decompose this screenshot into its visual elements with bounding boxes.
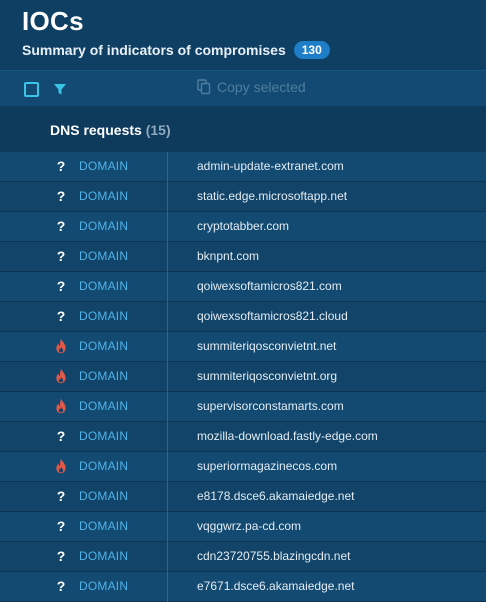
question-icon: ? <box>56 488 66 504</box>
filter-icon[interactable] <box>53 82 67 96</box>
section-title-text: DNS requests <box>50 122 142 138</box>
copy-selected-label: Copy selected <box>217 79 306 95</box>
ioc-value[interactable]: summiteriqosconvietnt.net <box>197 339 336 353</box>
column-divider <box>167 302 168 332</box>
table-row[interactable]: ? DOMAIN qoiwexsoftamicros821.cloud <box>0 302 486 332</box>
ioc-value[interactable]: qoiwexsoftamicros821.com <box>197 279 342 293</box>
question-icon: ? <box>56 518 66 534</box>
section-header-dns[interactable]: DNS requests (15) <box>0 106 486 152</box>
page-title: IOCs <box>22 6 84 36</box>
ioc-type: DOMAIN <box>79 309 129 323</box>
ioc-type: DOMAIN <box>79 429 129 443</box>
ioc-value[interactable]: e8178.dsce6.akamaiedge.net <box>197 489 354 503</box>
ioc-type: DOMAIN <box>79 159 129 173</box>
question-icon: ? <box>56 188 66 204</box>
ioc-value[interactable]: superiormagazinecos.com <box>197 459 337 473</box>
column-divider <box>167 452 168 482</box>
copy-icon <box>197 79 211 95</box>
question-icon: ? <box>56 278 66 294</box>
question-icon: ? <box>56 158 66 174</box>
table-row[interactable]: ? DOMAIN cdn23720755.blazingcdn.net <box>0 542 486 572</box>
subtitle-row: Summary of indicators of compromises 130 <box>22 41 330 59</box>
ioc-type: DOMAIN <box>79 549 129 563</box>
fire-icon <box>55 398 67 414</box>
question-icon: ? <box>56 428 66 444</box>
table-row[interactable]: DOMAIN supervisorconstamarts.com <box>0 392 486 422</box>
ioc-value[interactable]: cryptotabber.com <box>197 219 289 233</box>
column-divider <box>167 242 168 272</box>
table-row[interactable]: ? DOMAIN e7671.dsce6.akamaiedge.net <box>0 572 486 602</box>
ioc-type: DOMAIN <box>79 579 129 593</box>
ioc-value[interactable]: mozilla-download.fastly-edge.com <box>197 429 378 443</box>
table-row[interactable]: ? DOMAIN e8178.dsce6.akamaiedge.net <box>0 482 486 512</box>
ioc-value[interactable]: summiteriqosconvietnt.org <box>197 369 337 383</box>
fire-icon <box>55 368 67 384</box>
ioc-value[interactable]: qoiwexsoftamicros821.cloud <box>197 309 348 323</box>
column-divider <box>167 482 168 512</box>
fire-icon <box>55 338 67 354</box>
count-badge: 130 <box>293 41 330 59</box>
ioc-type: DOMAIN <box>79 459 129 473</box>
table-row[interactable]: ? DOMAIN cryptotabber.com <box>0 212 486 242</box>
ioc-list: ? DOMAIN admin-update-extranet.com? DOMAIN s… <box>0 152 486 602</box>
ioc-value[interactable]: e7671.dsce6.akamaiedge.net <box>197 579 354 593</box>
page-header: IOCs Summary of indicators of compromise… <box>0 0 486 70</box>
column-divider <box>167 332 168 362</box>
table-row[interactable]: ? DOMAIN mozilla-download.fastly-edge.com <box>0 422 486 452</box>
section-count: (15) <box>145 122 171 138</box>
ioc-value[interactable]: vqggwrz.pa-cd.com <box>197 519 301 533</box>
table-row[interactable]: DOMAIN superiormagazinecos.com <box>0 452 486 482</box>
question-icon: ? <box>56 548 66 564</box>
ioc-type: DOMAIN <box>79 399 129 413</box>
column-divider <box>167 182 168 212</box>
table-row[interactable]: ? DOMAIN qoiwexsoftamicros821.com <box>0 272 486 302</box>
table-row[interactable]: DOMAIN summiteriqosconvietnt.net <box>0 332 486 362</box>
section-title: DNS requests (15) <box>50 122 171 138</box>
ioc-type: DOMAIN <box>79 219 129 233</box>
column-divider <box>167 212 168 242</box>
page-subtitle: Summary of indicators of compromises <box>22 42 286 58</box>
ioc-type: DOMAIN <box>79 249 129 263</box>
question-icon: ? <box>56 308 66 324</box>
table-row[interactable]: ? DOMAIN admin-update-extranet.com <box>0 152 486 182</box>
ioc-type: DOMAIN <box>79 189 129 203</box>
column-divider <box>167 362 168 392</box>
table-row[interactable]: DOMAIN summiteriqosconvietnt.org <box>0 362 486 392</box>
ioc-type: DOMAIN <box>79 519 129 533</box>
question-icon: ? <box>56 578 66 594</box>
table-row[interactable]: ? DOMAIN bknpnt.com <box>0 242 486 272</box>
ioc-value[interactable]: admin-update-extranet.com <box>197 159 344 173</box>
column-divider <box>167 422 168 452</box>
ioc-value[interactable]: supervisorconstamarts.com <box>197 399 344 413</box>
ioc-value[interactable]: bknpnt.com <box>197 249 259 263</box>
table-row[interactable]: ? DOMAIN static.edge.microsoftapp.net <box>0 182 486 212</box>
toolbar: Copy selected <box>0 70 486 107</box>
fire-icon <box>55 458 67 474</box>
question-icon: ? <box>56 248 66 264</box>
ioc-type: DOMAIN <box>79 489 129 503</box>
ioc-value[interactable]: cdn23720755.blazingcdn.net <box>197 549 350 563</box>
copy-selected-button[interactable]: Copy selected <box>197 79 306 95</box>
column-divider <box>167 272 168 302</box>
column-divider <box>167 392 168 422</box>
column-divider <box>167 152 168 182</box>
table-row[interactable]: ? DOMAIN vqggwrz.pa-cd.com <box>0 512 486 542</box>
column-divider <box>167 572 168 602</box>
question-icon: ? <box>56 218 66 234</box>
ioc-value[interactable]: static.edge.microsoftapp.net <box>197 189 347 203</box>
ioc-type: DOMAIN <box>79 339 129 353</box>
column-divider <box>167 512 168 542</box>
column-divider <box>167 542 168 572</box>
select-all-checkbox[interactable] <box>24 82 39 97</box>
ioc-type: DOMAIN <box>79 369 129 383</box>
ioc-type: DOMAIN <box>79 279 129 293</box>
